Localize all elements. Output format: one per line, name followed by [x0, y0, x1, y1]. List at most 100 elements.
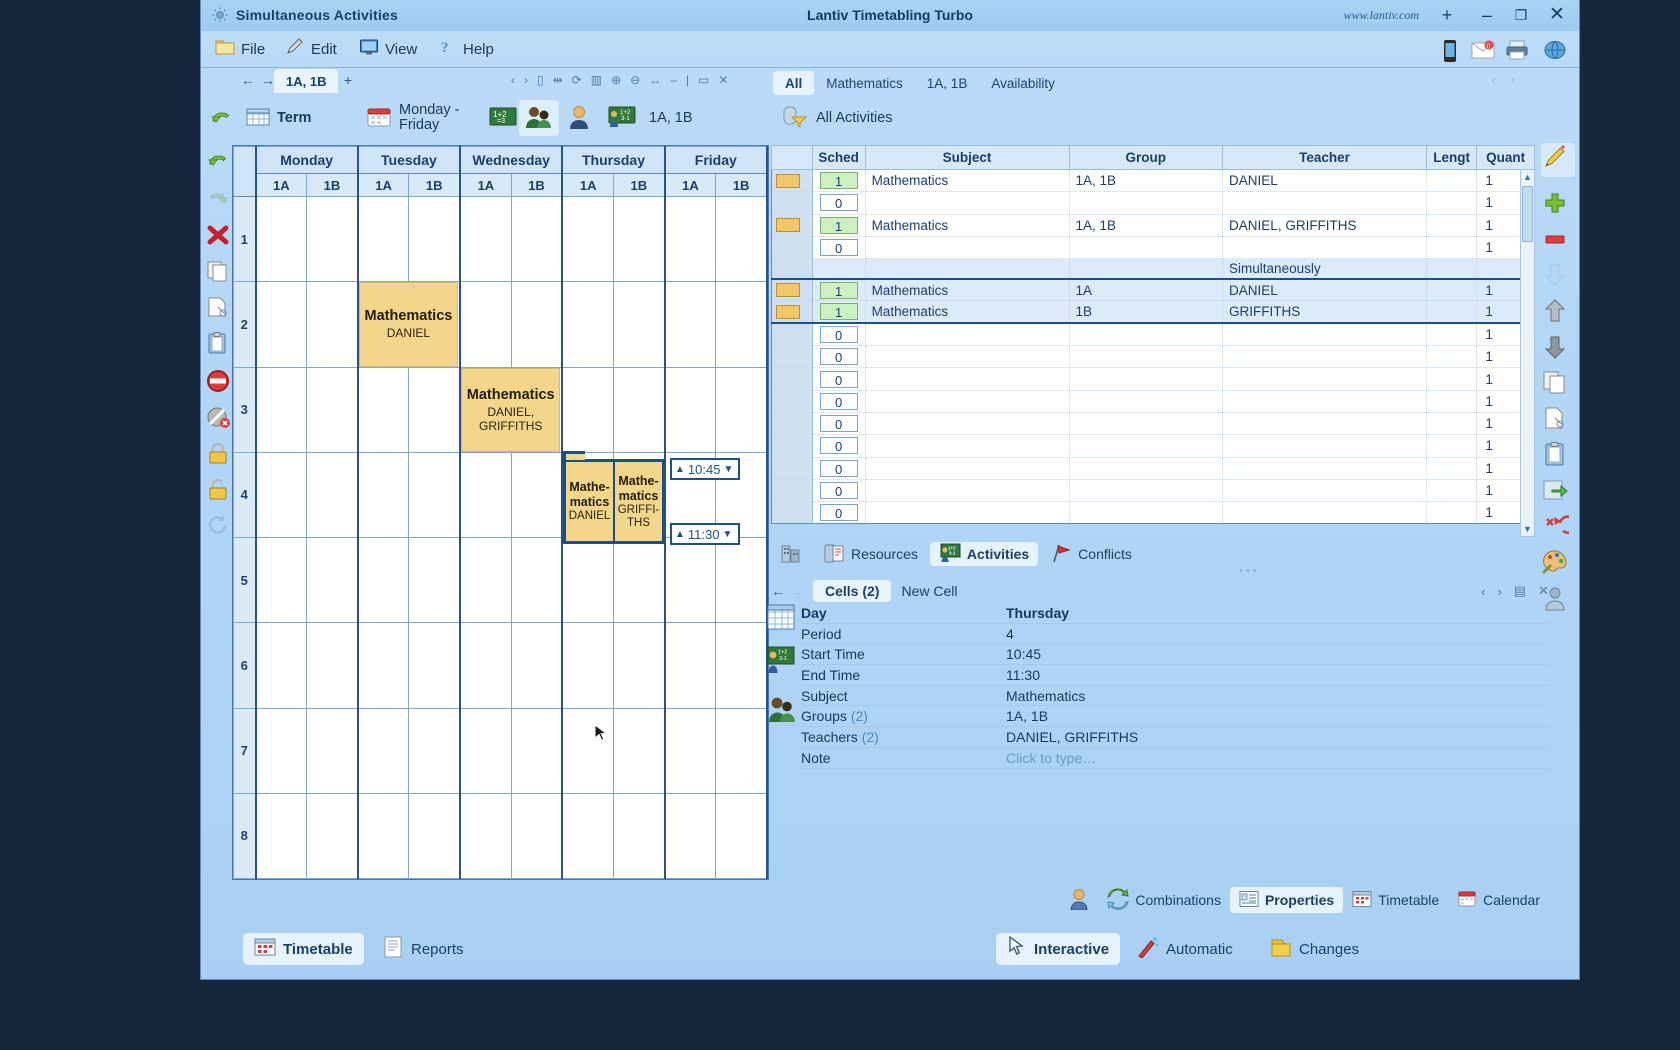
cell-thu-1b-p7[interactable] — [612, 707, 666, 794]
row-teacher[interactable] — [1222, 501, 1427, 525]
new-window-button[interactable]: + — [1433, 3, 1461, 27]
row-group[interactable]: 1A — [1069, 277, 1224, 302]
cell-wed-1b-p2[interactable] — [510, 281, 563, 368]
row-teacher[interactable] — [1222, 345, 1427, 369]
teacher-filter-button[interactable] — [561, 100, 597, 136]
cell-mon-1a-p2[interactable] — [254, 281, 308, 368]
table-row[interactable]: 01 — [771, 345, 1535, 369]
cell-thu-1b-p1[interactable] — [612, 195, 666, 283]
cell-fri-1b-p2[interactable] — [715, 281, 769, 368]
move-up-icon[interactable] — [1541, 297, 1575, 331]
reset-icon[interactable] — [205, 513, 235, 543]
row-mark[interactable] — [771, 367, 813, 391]
expand-icon[interactable]: ⇹ — [553, 73, 563, 87]
spinner-up-icon[interactable]: ▲ — [675, 529, 685, 540]
cells-back-button[interactable]: ← — [771, 583, 785, 599]
row-subject[interactable] — [865, 323, 1070, 347]
globe-icon[interactable] — [1543, 40, 1567, 63]
row-length[interactable] — [1426, 214, 1478, 237]
cell-fri-1a-p6[interactable] — [663, 622, 717, 709]
zoom-in-icon[interactable]: ⊕ — [611, 73, 621, 87]
cell-mon-1b-p1[interactable] — [306, 195, 359, 283]
filter-tab-groups[interactable]: 1A, 1B — [915, 71, 980, 95]
cell-fri-1b-p3[interactable] — [715, 366, 769, 453]
row-group[interactable] — [1069, 191, 1224, 215]
cell-tue-1a-p2[interactable]: Mathematics DANIEL — [356, 281, 459, 368]
row-length[interactable] — [1426, 277, 1478, 302]
filter-tab-mathematics[interactable]: Mathematics — [814, 71, 915, 95]
row-mark[interactable] — [771, 323, 813, 347]
row-sched[interactable]: 0 — [812, 457, 866, 480]
cell-mon-1b-p2[interactable] — [306, 281, 359, 368]
property-value[interactable]: 11:30 — [1006, 667, 1040, 683]
row-sched[interactable]: 0 — [812, 191, 866, 215]
cell-wed-1b-p4[interactable] — [510, 451, 563, 539]
property-value[interactable]: Mathematics — [1006, 688, 1085, 704]
row-group[interactable]: 1B — [1069, 300, 1224, 325]
edit-pencil-icon[interactable] — [1541, 143, 1575, 177]
palette-icon[interactable] — [1541, 549, 1575, 583]
table-row[interactable]: 01 — [771, 367, 1535, 391]
menu-file[interactable]: File — [209, 35, 271, 63]
col-subject[interactable]: Subject — [864, 145, 1070, 170]
row-length[interactable] — [1426, 457, 1478, 480]
row-mark[interactable] — [771, 390, 813, 413]
col-group[interactable]: Group — [1068, 145, 1224, 170]
row-teacher[interactable] — [1222, 323, 1427, 347]
zoom-out-icon[interactable]: ⊖ — [630, 73, 640, 87]
cell-wed-1b-p1[interactable] — [510, 195, 563, 283]
menu-edit[interactable]: Edit — [279, 35, 343, 63]
paste-icon[interactable] — [205, 331, 235, 361]
cell-wed-1a-p2[interactable] — [459, 281, 512, 368]
row-teacher[interactable] — [1222, 236, 1427, 260]
table-row[interactable]: 01 — [771, 501, 1535, 525]
table-row[interactable]: 01 — [771, 323, 1535, 347]
cell-fri-1b-p6[interactable] — [715, 622, 769, 709]
new-cell-button[interactable]: New Cell — [901, 583, 957, 599]
group-header-wed-1b[interactable]: 1B — [510, 173, 563, 197]
move-down-icon[interactable] — [1541, 333, 1575, 367]
cell-fri-1a-p3[interactable] — [663, 366, 717, 453]
day-header-monday[interactable]: Monday — [254, 146, 359, 174]
cell-thu-1b-p8[interactable] — [612, 792, 666, 880]
cells-prev-icon[interactable]: ‹ — [1481, 584, 1485, 599]
cut-rail-icon[interactable] — [1541, 405, 1575, 439]
cell-wed-1a-p7[interactable] — [459, 707, 512, 794]
cell-tue-1b-p3[interactable] — [408, 366, 461, 453]
selected-activity-pair[interactable]: Mathe-matics DANIEL Mathe-matics GRIFFI-… — [563, 459, 665, 544]
group-header-mon-1b[interactable]: 1B — [306, 173, 359, 197]
filter-tab-availability[interactable]: Availability — [979, 71, 1067, 95]
group-header-thu-1a[interactable]: 1A — [561, 173, 614, 197]
row-length[interactable] — [1426, 236, 1478, 260]
cells-close-button[interactable]: ✕ — [1538, 583, 1549, 599]
row-length[interactable] — [1426, 390, 1478, 413]
menu-help[interactable]: ? Help — [431, 35, 500, 63]
maximize-button[interactable]: ❐ — [1507, 3, 1535, 27]
term-button[interactable]: Term — [241, 100, 316, 136]
row-group[interactable] — [1069, 236, 1224, 260]
row-group[interactable] — [1069, 434, 1224, 458]
reports-mode-button[interactable]: Reports — [371, 933, 475, 965]
day-header-thursday[interactable]: Thursday — [561, 146, 666, 174]
copy-icon[interactable] — [205, 259, 235, 289]
row-sched[interactable]: 1 — [812, 300, 866, 325]
export-icon[interactable] — [1541, 477, 1575, 511]
cell-fri-1b-p1[interactable] — [715, 195, 769, 283]
cells-title-tab[interactable]: Cells (2) — [813, 580, 892, 602]
cell-tue-1a-p6[interactable] — [356, 622, 410, 709]
property-row-period[interactable]: Period 4 — [801, 624, 1549, 645]
row-teacher[interactable] — [1222, 191, 1427, 215]
unlock-icon[interactable] — [205, 477, 235, 507]
row-teacher[interactable]: GRIFFITHS — [1222, 300, 1427, 325]
subject-filter-button[interactable]: 1+2 =3 — [484, 100, 522, 136]
cell-fri-1b-p5[interactable] — [715, 536, 769, 624]
cell-tue-1b-p7[interactable] — [408, 707, 461, 794]
cell-wed-1b-p5[interactable] — [510, 536, 563, 624]
row-length[interactable] — [1426, 300, 1478, 325]
panel-tab-activities[interactable]: 1+2 3-1 Activities — [929, 542, 1039, 566]
row-length[interactable] — [1426, 191, 1478, 215]
row-teacher[interactable]: DANIEL — [1222, 277, 1427, 302]
property-row-day[interactable]: Day Thursday — [801, 603, 1549, 624]
tab-add-button[interactable]: + — [344, 72, 352, 88]
property-value[interactable]: 1A, 1B — [1006, 708, 1048, 724]
